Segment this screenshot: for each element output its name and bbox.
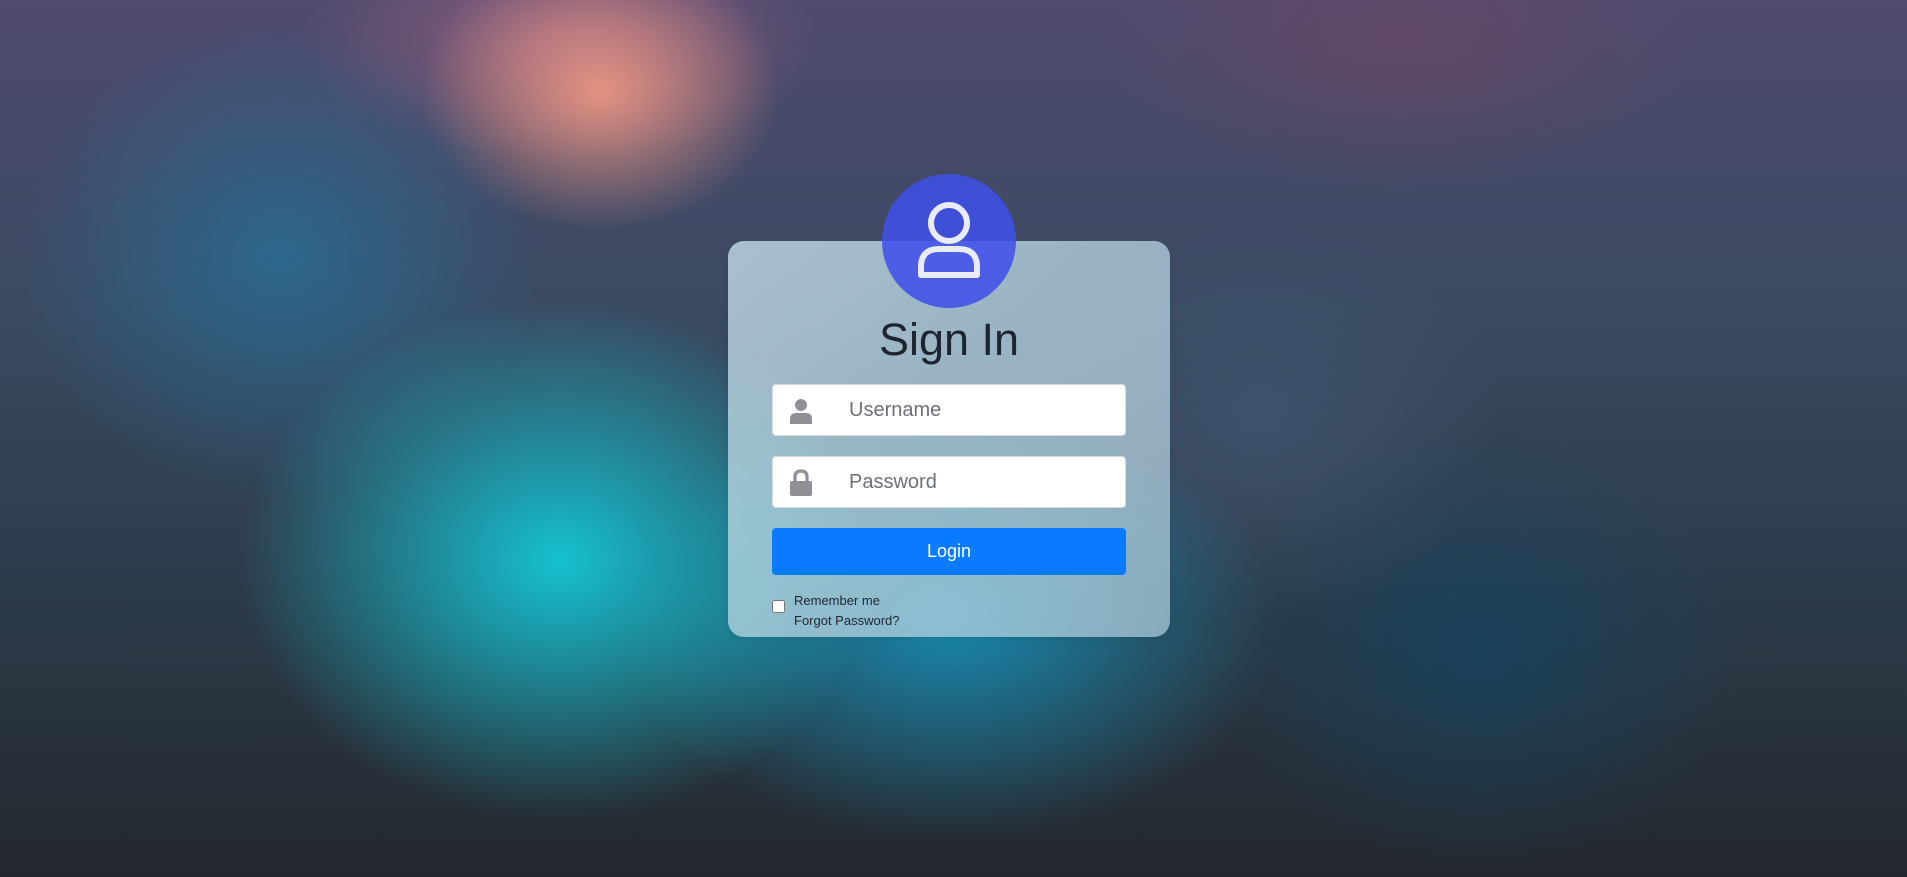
forgot-password-link[interactable]: Forgot Password? <box>794 613 900 629</box>
username-field[interactable] <box>772 384 1126 436</box>
user-icon <box>788 397 814 425</box>
username-input[interactable] <box>849 385 1119 435</box>
remember-me-label[interactable]: Remember me <box>794 593 880 609</box>
user-icon <box>913 201 985 281</box>
password-field[interactable] <box>772 456 1126 508</box>
avatar <box>882 174 1016 308</box>
lock-icon <box>788 469 814 497</box>
page-title: Sign In <box>878 314 1020 365</box>
remember-me-checkbox[interactable] <box>772 600 785 613</box>
remember-me: Remember me <box>772 593 880 613</box>
password-input[interactable] <box>849 457 1119 507</box>
login-button[interactable]: Login <box>772 528 1126 575</box>
